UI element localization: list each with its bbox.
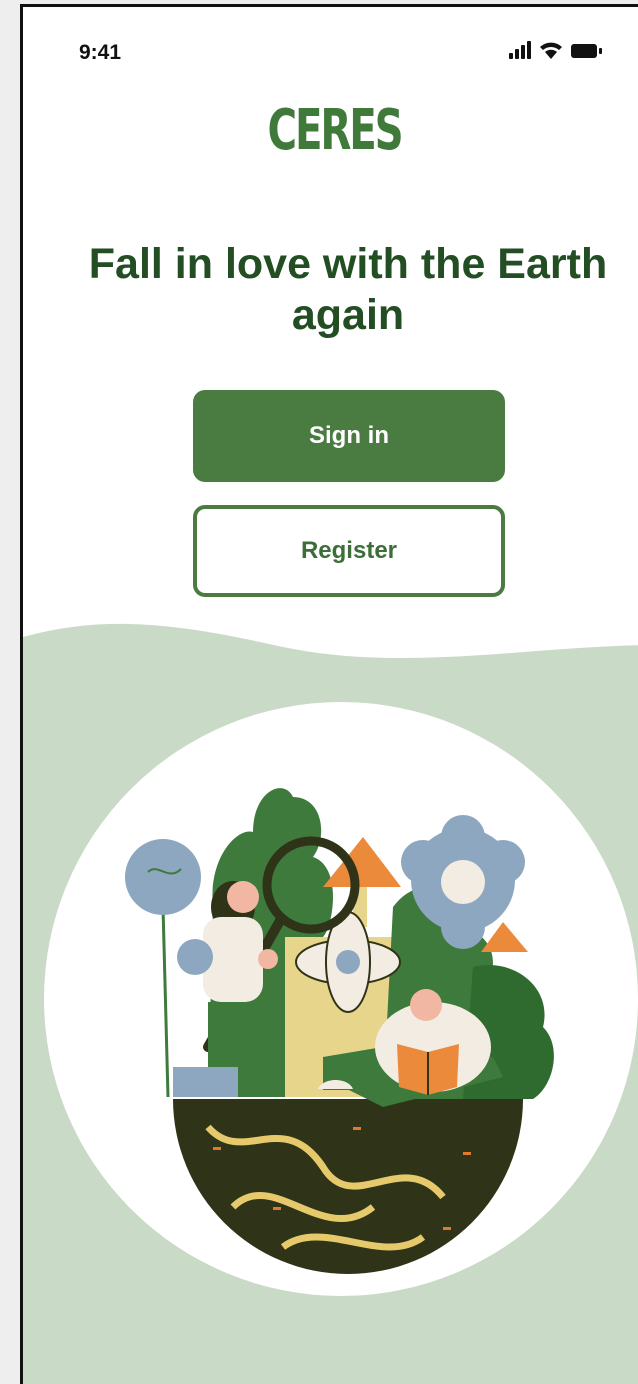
app-logo: CERES: [267, 98, 404, 163]
signal-icon: [509, 41, 531, 59]
register-button[interactable]: Register: [193, 505, 505, 597]
status-bar: 9:41: [23, 7, 638, 97]
headline: Fall in love with the Earth again: [88, 240, 608, 339]
battery-icon: [571, 44, 602, 58]
status-icons: [509, 41, 602, 59]
status-time: 9:41: [79, 41, 122, 64]
phone-screen: 9:41 CERES Fall in love with the Earth a…: [20, 4, 638, 1384]
sign-in-button[interactable]: Sign in: [193, 390, 505, 482]
balloon-icon: [125, 839, 201, 915]
wifi-icon: [540, 42, 562, 59]
hero-illustration: [23, 623, 638, 1384]
